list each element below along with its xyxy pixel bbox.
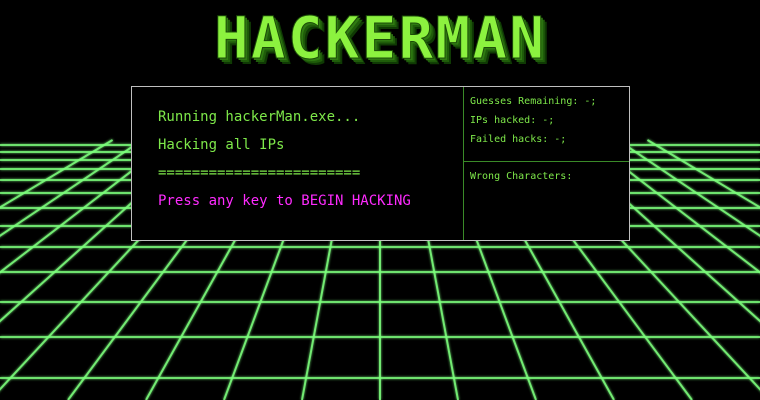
failed-hacks: Failed hacks: -; xyxy=(470,134,567,145)
stats-panel: Guesses Remaining: -; IPs hacked: -; Fai… xyxy=(463,87,629,240)
console-divider: ======================== xyxy=(158,165,361,181)
hackerman-logo: HACKERMAN xyxy=(213,4,547,72)
console-panel: Running hackerMan.exe... Hacking all IPs… xyxy=(132,87,463,240)
console-line-running: Running hackerMan.exe... xyxy=(158,109,361,125)
guesses-remaining: Guesses Remaining: -; xyxy=(470,96,597,107)
ips-hacked: IPs hacked: -; xyxy=(470,115,555,126)
begin-hacking-prompt[interactable]: Press any key to BEGIN HACKING xyxy=(158,193,411,209)
wrong-characters: Wrong Characters: xyxy=(470,171,573,182)
console-line-hacking: Hacking all IPs xyxy=(158,137,285,153)
stats-counters: Guesses Remaining: -; IPs hacked: -; Fai… xyxy=(464,87,629,162)
terminal-window: Running hackerMan.exe... Hacking all IPs… xyxy=(131,86,630,241)
